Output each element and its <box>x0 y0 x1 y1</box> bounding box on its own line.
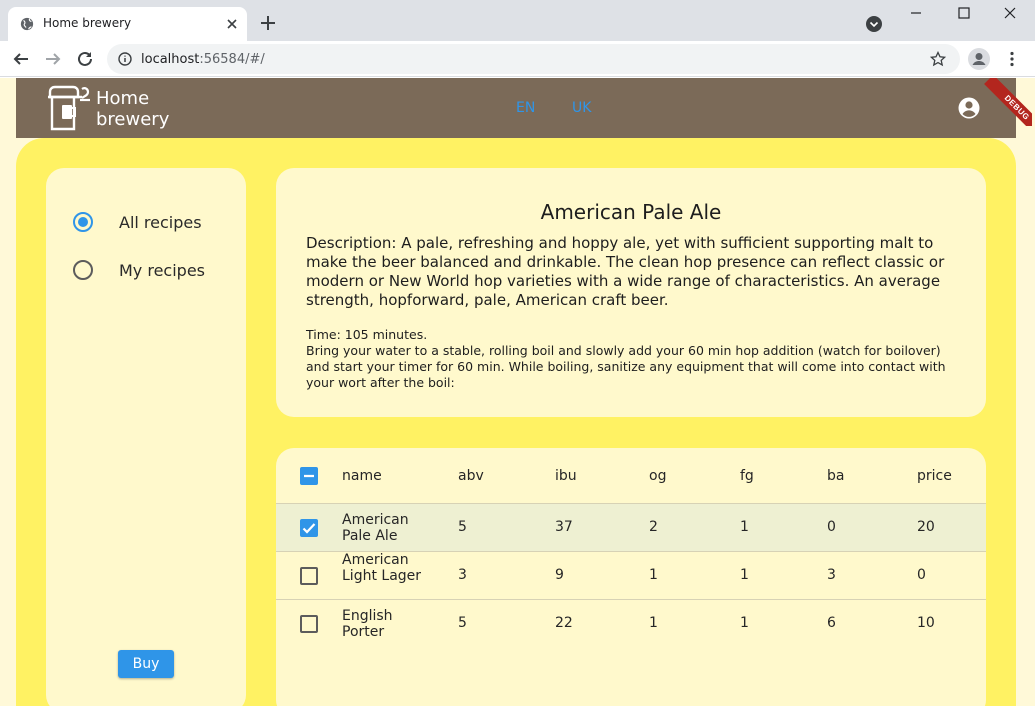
select-all-checkbox[interactable] <box>300 467 318 485</box>
cell-ibu: 9 <box>555 567 564 583</box>
cell-fg: 1 <box>740 615 749 631</box>
reload-icon[interactable] <box>76 50 94 68</box>
bookmark-star-icon[interactable] <box>930 51 946 67</box>
more-menu-icon[interactable] <box>1003 50 1021 68</box>
cell-price: 10 <box>917 615 935 631</box>
column-header-price[interactable]: price <box>917 468 952 484</box>
filter-all-recipes[interactable]: All recipes <box>73 210 233 236</box>
cell-fg: 1 <box>740 567 749 583</box>
page-gutter-right <box>1016 78 1035 706</box>
info-icon[interactable] <box>118 52 132 66</box>
cell-price: 20 <box>917 519 935 535</box>
cell-name: American Pale Ale <box>342 512 409 544</box>
column-header-abv[interactable]: abv <box>458 468 484 484</box>
cell-ibu: 22 <box>555 615 573 631</box>
table-header: name abv ibu og fg ba price <box>276 448 986 504</box>
column-header-ba[interactable]: ba <box>827 468 844 484</box>
browser-tab[interactable]: Home brewery <box>8 7 247 41</box>
cell-price: 0 <box>917 567 926 583</box>
column-header-og[interactable]: og <box>649 468 666 484</box>
debug-banner: DEBUG <box>984 78 1032 126</box>
app-brand[interactable]: Home brewery <box>96 88 169 130</box>
table-row[interactable]: English Porter 5 22 1 1 6 10 <box>276 600 986 648</box>
new-tab-icon[interactable] <box>259 14 277 32</box>
column-header-ibu[interactable]: ibu <box>555 468 577 484</box>
recipe-instructions: Bring your water to a stable, rolling bo… <box>306 343 946 390</box>
globe-icon <box>20 17 34 31</box>
table-row[interactable]: American Pale Ale 5 37 2 1 0 20 <box>276 504 986 552</box>
debug-label: DEBUG <box>984 78 1032 126</box>
recipe-details-card: American Pale Ale Description: A pale, r… <box>276 168 986 417</box>
sidebar-card: All recipes My recipes Buy <box>46 168 246 706</box>
row-checkbox-checked[interactable] <box>300 519 318 537</box>
recipe-title: American Pale Ale <box>540 200 722 224</box>
cell-ba: 6 <box>827 615 836 631</box>
address-bar[interactable]: localhost:56584/#/ <box>107 44 960 74</box>
indeterminate-icon <box>304 474 314 478</box>
lang-uk-button[interactable]: UK <box>572 100 591 116</box>
url-path: :56584/#/ <box>199 52 265 67</box>
account-circle-icon[interactable] <box>958 97 980 119</box>
brewery-logo-icon <box>48 85 90 131</box>
lang-en-button[interactable]: EN <box>516 100 535 116</box>
cell-name: English Porter <box>342 608 393 640</box>
minimize-icon[interactable] <box>906 5 926 21</box>
buy-button[interactable]: Buy <box>118 650 174 678</box>
browser-toolbar: localhost:56584/#/ <box>0 41 1035 77</box>
column-header-fg[interactable]: fg <box>740 468 754 484</box>
page-viewport: Home brewery EN UK DEBUG All recipes My … <box>0 78 1035 706</box>
content-area: All recipes My recipes Buy American Pale… <box>16 138 1016 706</box>
check-icon <box>302 523 316 534</box>
recipe-time: Time: 105 minutes. <box>306 327 428 342</box>
filter-my-recipes[interactable]: My recipes <box>73 258 233 284</box>
cell-abv: 5 <box>458 615 467 631</box>
filter-label: My recipes <box>119 261 206 280</box>
cell-abv: 5 <box>458 519 467 535</box>
close-tab-icon[interactable] <box>224 16 240 32</box>
cell-ibu: 37 <box>555 519 573 535</box>
filter-label: All recipes <box>119 213 202 232</box>
recipes-table: name abv ibu og fg ba price American Pal… <box>276 448 986 706</box>
brand-line-2: brewery <box>96 109 170 130</box>
account-icon[interactable] <box>968 48 990 70</box>
column-header-name[interactable]: name <box>342 468 382 484</box>
back-icon[interactable] <box>12 50 30 68</box>
row-checkbox-unchecked[interactable] <box>300 615 318 633</box>
browser-tabstrip: Home brewery <box>0 0 1035 41</box>
page-gutter-left <box>0 78 16 706</box>
cell-og: 1 <box>649 615 658 631</box>
recipe-method: Time: 105 minutes. Bring your water to a… <box>306 327 966 391</box>
row-checkbox-unchecked[interactable] <box>300 567 318 585</box>
cell-name: American Light Lager <box>342 552 422 584</box>
close-window-icon[interactable] <box>1000 5 1020 21</box>
url-host: localhost <box>141 52 200 67</box>
forward-icon[interactable] <box>44 50 62 68</box>
radio-unselected[interactable] <box>73 260 93 280</box>
tab-search-icon[interactable] <box>865 15 883 33</box>
tab-title: Home brewery <box>43 16 132 30</box>
cell-ba: 3 <box>827 567 836 583</box>
maximize-icon[interactable] <box>954 5 974 21</box>
cell-og: 2 <box>649 519 658 535</box>
app-bar: Home brewery EN UK DEBUG <box>16 78 1032 138</box>
recipe-description: Description: A pale, refreshing and hopp… <box>306 234 945 309</box>
url-text: localhost:56584/#/ <box>141 52 265 67</box>
brand-line-1: Home <box>96 88 150 109</box>
cell-abv: 3 <box>458 567 467 583</box>
radio-selected[interactable] <box>73 212 93 232</box>
cell-fg: 1 <box>740 519 749 535</box>
cell-ba: 0 <box>827 519 836 535</box>
cell-og: 1 <box>649 567 658 583</box>
table-row[interactable]: American Light Lager 3 9 1 1 3 0 <box>276 552 986 600</box>
